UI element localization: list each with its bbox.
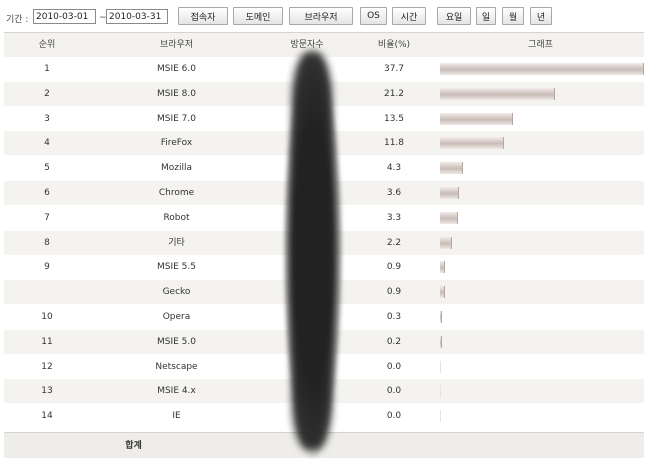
rank-cell: 12: [41, 361, 53, 372]
browser-cell: Robot: [163, 212, 190, 223]
ratio-bar: [440, 236, 452, 249]
ratio-cell: 0.0: [386, 411, 402, 422]
rank-cell: [4, 280, 90, 304]
browser-cell: MSIE 8.0: [157, 88, 196, 99]
ratio-cell: 21.2: [383, 88, 405, 99]
ratio-cell: 13.5: [383, 113, 405, 124]
browser-cell: 기타: [168, 237, 185, 248]
total-label: 합계: [125, 441, 142, 451]
rank-cell: 10: [41, 312, 53, 322]
browser-cell: MSIE 5.5: [157, 262, 196, 273]
browser-cell: Chrome: [158, 188, 195, 198]
ratio-bar: [440, 87, 555, 100]
ratio-bar: [440, 311, 442, 323]
ratio-cell: 0.0: [386, 361, 402, 372]
weekday-button[interactable]: 요일: [437, 7, 471, 25]
ratio-bar: [440, 63, 644, 75]
rank-cell: 14: [41, 411, 53, 422]
rank-cell: 1: [44, 64, 50, 74]
browser-cell: Gecko: [162, 287, 191, 298]
time-button[interactable]: 시간: [392, 7, 426, 25]
start-date-input[interactable]: [33, 9, 96, 24]
rank-cell: 4: [44, 138, 50, 149]
browser-cell: MSIE 4.x: [157, 386, 196, 397]
ratio-cell: 0.9: [386, 287, 402, 298]
month-button[interactable]: 월: [502, 7, 524, 25]
day-button[interactable]: 일: [476, 7, 496, 25]
os-button[interactable]: OS: [360, 7, 387, 25]
rank-cell: 3: [44, 113, 50, 124]
ratio-bar: [440, 112, 514, 125]
browser-button[interactable]: 브라우저: [289, 7, 353, 25]
visitor-button[interactable]: 접속자: [178, 7, 228, 25]
filter-toolbar: 기간 : ~ 접속자 도메인 브라우저 OS 시간 요일 일 월 년: [0, 0, 650, 32]
ratio-bar: [440, 360, 441, 373]
browser-cell: MSIE 7.0: [157, 113, 196, 124]
ratio-cell: 4.3: [386, 163, 402, 174]
header-ratio: 비율(%): [377, 40, 411, 50]
year-button[interactable]: 년: [530, 7, 552, 25]
browser-cell: MSIE 5.0: [157, 336, 196, 347]
browser-cell: MSIE 6.0: [157, 64, 196, 74]
header-rank: 순위: [38, 40, 56, 50]
rank-cell: 11: [41, 336, 53, 347]
ratio-cell: 11.8: [383, 138, 405, 149]
ratio-bar: [440, 410, 441, 423]
ratio-bar: [440, 385, 441, 398]
ratio-cell: 0.9: [386, 262, 402, 273]
browser-cell: Netscape: [155, 361, 198, 372]
ratio-cell: 3.3: [386, 212, 402, 223]
rank-cell: 7: [44, 212, 50, 223]
ratio-bar: [440, 187, 460, 199]
end-date-input[interactable]: [106, 9, 168, 24]
ratio-bar: [440, 211, 458, 224]
ratio-bar: [440, 162, 464, 175]
ratio-bar: [440, 335, 442, 348]
ratio-cell: 0.2: [386, 336, 402, 347]
rank-cell: 8: [44, 237, 50, 248]
redaction-scribble: [292, 52, 332, 450]
domain-button[interactable]: 도메인: [233, 7, 283, 25]
header-browser: 브라우저: [159, 40, 194, 50]
browser-cell: FireFox: [160, 138, 193, 149]
period-label: 기간 :: [6, 15, 29, 25]
ratio-bar: [440, 286, 445, 299]
browser-cell: Mozilla: [160, 163, 192, 174]
ratio-cell: 0.3: [386, 312, 402, 322]
rank-cell: 5: [44, 163, 50, 174]
ratio-cell: 0.0: [386, 386, 402, 397]
browser-cell: IE: [172, 411, 181, 422]
ratio-cell: 3.6: [386, 188, 402, 198]
ratio-bar: [440, 137, 504, 150]
rank-cell: 13: [41, 386, 53, 397]
rank-cell: 9: [44, 262, 50, 273]
ratio-cell: 2.2: [386, 237, 402, 248]
rank-cell: 6: [44, 188, 50, 198]
ratio-cell: 37.7: [383, 64, 405, 74]
rank-cell: 2: [44, 88, 50, 99]
browser-cell: Opera: [162, 312, 191, 322]
ratio-bar: [440, 261, 445, 274]
header-graph: 그래프: [528, 40, 553, 50]
